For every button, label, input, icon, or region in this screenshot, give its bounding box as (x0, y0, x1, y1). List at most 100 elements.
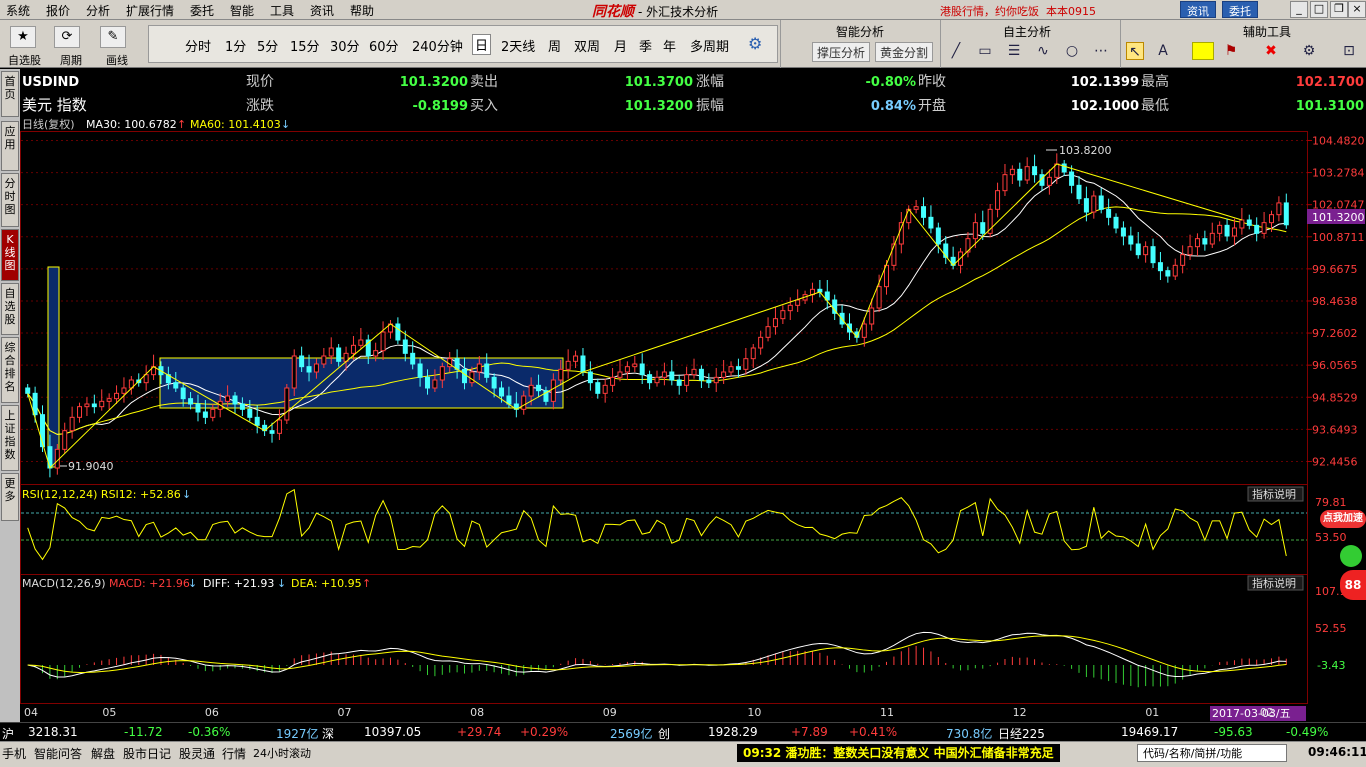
bottom-mobile[interactable]: 手机 (2, 745, 26, 762)
more-tools-icon[interactable]: ⋯ (1092, 42, 1110, 60)
maximize-icon[interactable]: □ (1310, 1, 1328, 18)
mascot-icon[interactable] (1340, 545, 1362, 567)
news-button[interactable]: 资讯 (1180, 1, 1216, 18)
period-multi[interactable]: 多周期 (690, 36, 729, 55)
y-tick-label: 97.2602 (1312, 327, 1358, 340)
period-60m[interactable]: 60分 (369, 36, 399, 55)
menu-system[interactable]: 系统 (6, 2, 30, 19)
bottom-quote[interactable]: 行情 (222, 745, 246, 762)
menu-tools[interactable]: 工具 (270, 2, 294, 19)
bottom-diary[interactable]: 股市日记 (123, 745, 171, 762)
close-icon[interactable]: × (1348, 1, 1366, 18)
candle-body (69, 416, 75, 432)
cursor-icon[interactable]: ↖ (1126, 42, 1144, 60)
tab-apps[interactable]: 应用 (1, 121, 19, 171)
trade-button[interactable]: 委托 (1222, 1, 1258, 18)
period-year[interactable]: 年 (663, 36, 676, 55)
candle-body (528, 384, 534, 397)
candle-body (291, 355, 297, 389)
support-resistance-button[interactable]: 撑压分析 (812, 42, 871, 62)
peak-label: 103.8200 (1059, 144, 1112, 157)
kline-chart[interactable]: USDIND 美元 指数 现价 涨跌 101.3200 -0.8199 卖出 买… (20, 69, 1366, 707)
settings-gear-icon[interactable]: ⚙ (748, 34, 762, 53)
sz-value[interactable]: 10397.05 (364, 725, 421, 739)
candle-body (1172, 264, 1178, 277)
text-tool-icon[interactable]: A (1154, 42, 1172, 60)
menu-extended[interactable]: 扩展行情 (126, 2, 174, 19)
bottom-smart-qa[interactable]: 智能问答 (34, 745, 82, 762)
menu-trade[interactable]: 委托 (190, 2, 214, 19)
macd-tick-mid: 52.55 (1315, 622, 1347, 635)
color-picker-icon[interactable] (1192, 42, 1214, 60)
menu-smart[interactable]: 智能 (230, 2, 254, 19)
candle-body (750, 347, 756, 360)
chart-area[interactable]: USDIND 美元 指数 现价 涨跌 101.3200 -0.8199 卖出 买… (20, 69, 1366, 707)
menu-news[interactable]: 资讯 (310, 2, 334, 19)
period-week[interactable]: 周 (548, 36, 561, 55)
promo-number[interactable]: 88 (1340, 570, 1366, 600)
wave-tool-icon[interactable]: ∿ (1034, 42, 1052, 60)
main-chart-frame (20, 131, 1308, 485)
zigzag-wave-line[interactable] (27, 163, 1243, 469)
menu-quote[interactable]: 报价 (46, 2, 70, 19)
bottom-24h[interactable]: 24小时滚动 (253, 745, 311, 761)
delete-icon[interactable]: ✖ (1262, 42, 1280, 60)
news-ticker[interactable]: 港股行情，约你吃饭 本本0915 (940, 3, 1096, 19)
code-search-input[interactable]: 代码/名称/简拼/功能 (1137, 744, 1287, 762)
diff-down-icon: ↓ (277, 577, 286, 590)
circle-tool-icon[interactable]: ○ (1063, 42, 1081, 60)
bottom-analysis[interactable]: 解盘 (91, 745, 115, 762)
macd-indicator-help-label[interactable]: 指标说明 (1252, 576, 1296, 590)
golden-section-button[interactable]: 黄金分割 (875, 42, 934, 62)
period-month[interactable]: 月 (614, 36, 627, 55)
candle-body (780, 310, 786, 320)
menu-help[interactable]: 帮助 (350, 2, 374, 19)
period-1m[interactable]: 1分 (225, 36, 246, 55)
draw-line-icon[interactable]: ✎ (100, 26, 126, 48)
candle-body (99, 400, 105, 408)
tab-watchlist[interactable]: 自选股 (1, 283, 19, 335)
candle-body (239, 403, 245, 410)
x-tick-label: 10 (747, 706, 762, 719)
period-30m[interactable]: 30分 (330, 36, 360, 55)
tool-settings-icon[interactable]: ⚙ (1300, 42, 1318, 60)
period-2day[interactable]: 2天线 (501, 36, 535, 55)
rsi-indicator-help-label[interactable]: 指标说明 (1252, 487, 1296, 501)
rj-value[interactable]: 19469.17 (1121, 725, 1178, 739)
sh-value[interactable]: 3218.31 (28, 725, 78, 739)
candle-body (972, 222, 978, 240)
rect-tool-icon[interactable]: ▭ (976, 42, 994, 60)
lock-icon[interactable]: ⊡ (1340, 42, 1358, 60)
restore-icon[interactable]: ❐ (1330, 1, 1348, 18)
tab-sh-index[interactable]: 上证指数 (1, 405, 19, 471)
watchlist-icon[interactable]: ★ (10, 26, 36, 48)
menu-analysis[interactable]: 分析 (86, 2, 110, 19)
watchlist-caption: 自选股 (8, 54, 41, 67)
period-240m[interactable]: 240分钟 (412, 36, 463, 55)
promo-badge[interactable]: 点我加速 (1320, 510, 1366, 528)
news-scroller[interactable]: 09:32 潘功胜：整数关口没有意义 中国外汇储备非常充足 (737, 744, 1060, 762)
tab-more[interactable]: 更多 (1, 473, 19, 521)
period-biweek[interactable]: 双周 (574, 36, 600, 55)
period-15m[interactable]: 15分 (290, 36, 320, 55)
fib-tool-icon[interactable]: ☰ (1005, 42, 1023, 60)
period-day[interactable]: 日 (472, 34, 492, 55)
cy-value[interactable]: 1928.29 (708, 725, 758, 739)
bottom-stock-link[interactable]: 股灵通 (179, 745, 215, 762)
period-5m[interactable]: 5分 (257, 36, 278, 55)
candle-body (713, 376, 719, 384)
label-change: 涨跌 (246, 98, 274, 114)
tab-kline[interactable]: K线图 (1, 229, 19, 281)
candle-body (484, 363, 490, 378)
tab-ranking[interactable]: 综合排名 (1, 337, 19, 403)
cy-label: 创 (658, 727, 671, 741)
period-icon[interactable]: ⟳ (54, 26, 80, 48)
bookmark-icon[interactable]: ⚑ (1222, 42, 1240, 60)
minimize-icon[interactable]: _ (1290, 1, 1308, 18)
period-quarter[interactable]: 季 (639, 36, 652, 55)
tab-timeshare[interactable]: 分时图 (1, 173, 19, 227)
line-tool-icon[interactable]: ╱ (947, 42, 965, 60)
tab-home[interactable]: 首页 (1, 71, 19, 117)
y-tick-label: 99.6675 (1312, 263, 1358, 276)
period-fenshi[interactable]: 分时 (185, 36, 211, 55)
